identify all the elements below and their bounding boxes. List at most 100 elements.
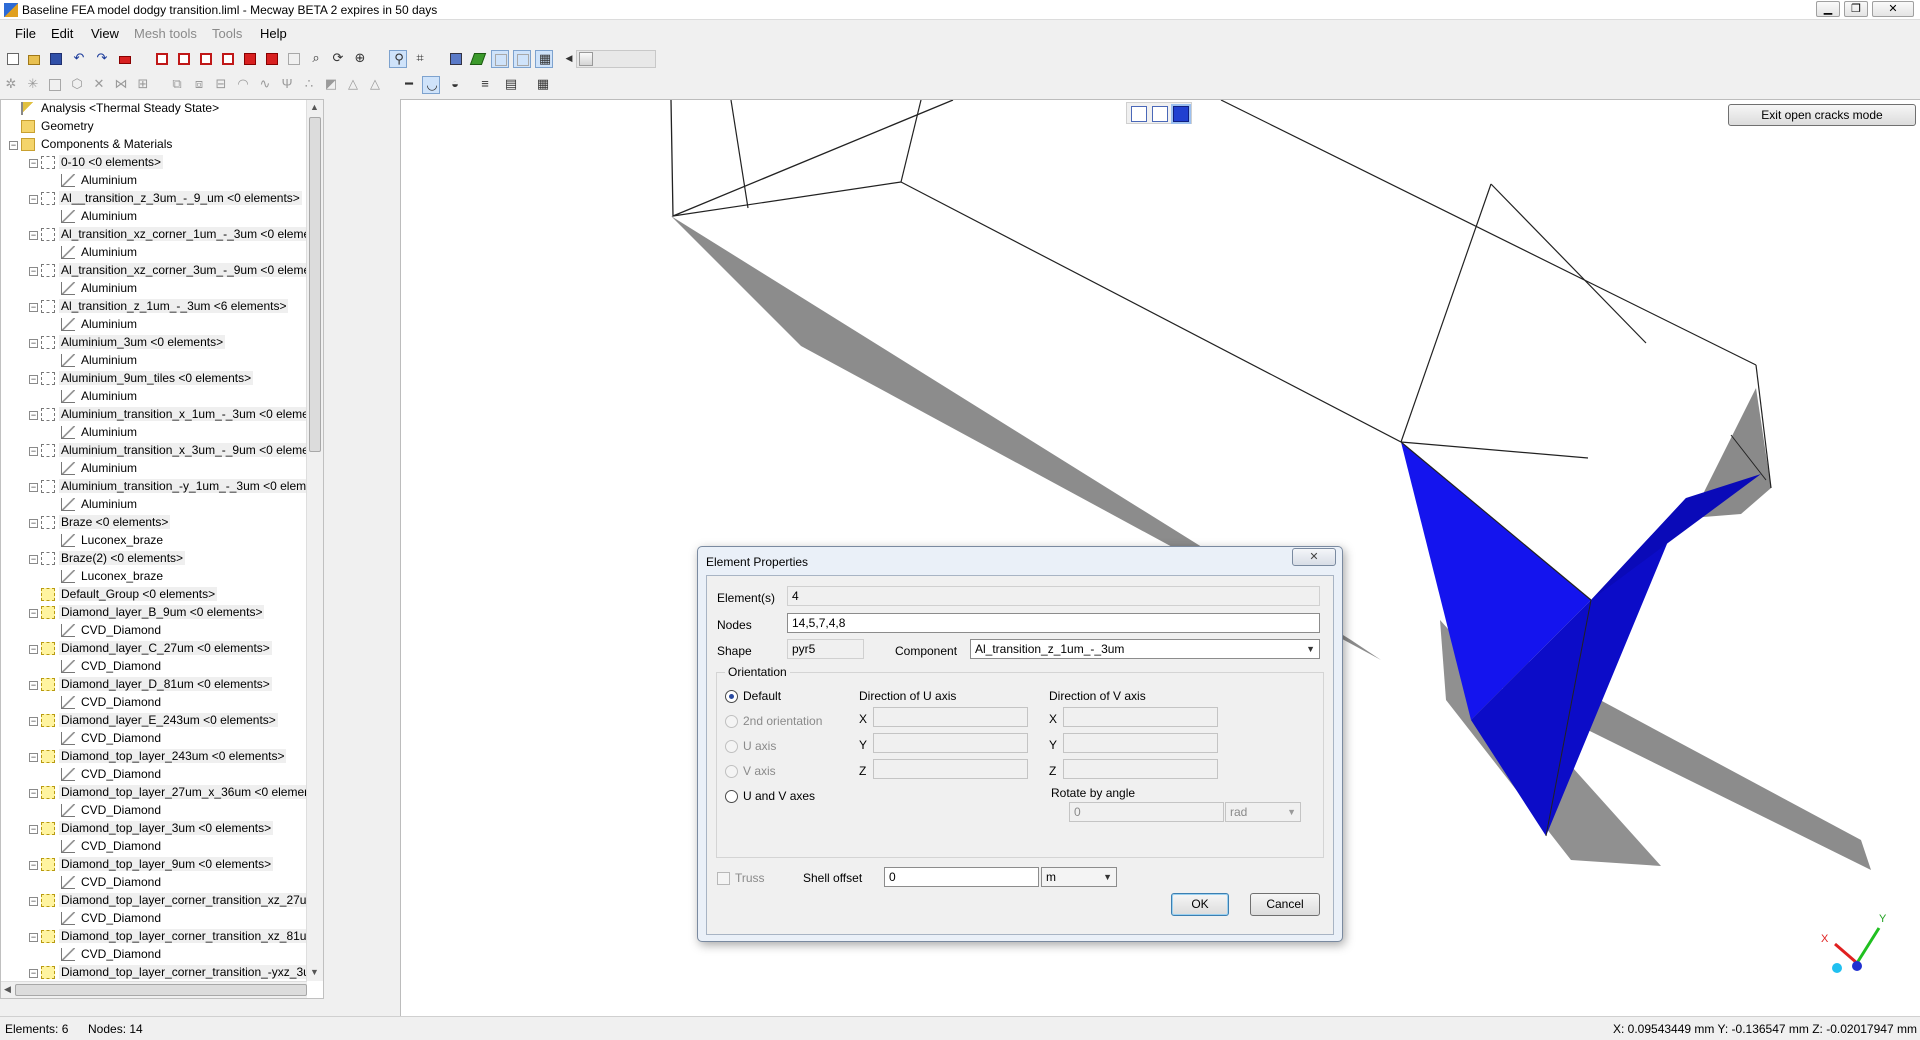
view-cube-1-icon[interactable]	[1131, 106, 1147, 122]
radio-2nd-orientation[interactable]	[725, 715, 738, 728]
tree-material-item[interactable]: CVD_Diamond	[1, 694, 323, 712]
mesh-edges-icon[interactable]: ▦	[535, 50, 553, 68]
tree-expander-icon[interactable]: −	[29, 447, 38, 456]
redo-icon[interactable]: ↷	[93, 50, 111, 68]
tree-item[interactable]: − Al_transition_z_1um_-_3um <6 elements>	[1, 298, 323, 316]
view-back-icon[interactable]	[175, 50, 193, 68]
tree-expander-icon[interactable]: −	[29, 789, 38, 798]
truss-checkbox[interactable]	[717, 872, 730, 885]
tree-item[interactable]: − Braze(2) <0 elements>	[1, 550, 323, 568]
tree-item[interactable]: − Components & Materials	[1, 136, 323, 154]
tree-material-item[interactable]: CVD_Diamond	[1, 730, 323, 748]
rotate-angle-field[interactable]: 0	[1069, 802, 1224, 822]
view-cube-3-icon[interactable]	[1173, 106, 1189, 122]
sweep-icon[interactable]: ∿	[256, 76, 274, 94]
menu-edit[interactable]: Edit	[51, 26, 73, 41]
refine-icon[interactable]: ◩	[322, 76, 340, 94]
minimize-button[interactable]: ▁	[1816, 1, 1840, 17]
tree-hscroll-thumb[interactable]	[15, 984, 307, 996]
view-right-icon[interactable]	[219, 50, 237, 68]
tree-material-item[interactable]: CVD_Diamond	[1, 658, 323, 676]
menu-help[interactable]: Help	[260, 26, 287, 41]
fork-icon[interactable]: Ψ	[278, 76, 296, 94]
triangle-icon[interactable]: △	[344, 76, 362, 94]
tree-item[interactable]: − Al_transition_xz_corner_1um_-_3um <0 el…	[1, 226, 323, 244]
tree-item[interactable]: − 0-10 <0 elements>	[1, 154, 323, 172]
pan-icon[interactable]: ⊕	[351, 50, 369, 68]
scatter-icon[interactable]: ∴	[300, 76, 318, 94]
grid-dropdown-icon[interactable]: ▤	[502, 76, 520, 94]
tree-item[interactable]: − Diamond_layer_E_243um <0 elements>	[1, 712, 323, 730]
grid-icon[interactable]: ⊟	[212, 76, 230, 94]
tree-material-item[interactable]: CVD_Diamond	[1, 874, 323, 892]
tree-item[interactable]: − Al_transition_xz_corner_3um_-_9um <0 el…	[1, 262, 323, 280]
view-cube-2-icon[interactable]	[1152, 106, 1168, 122]
tree-material-item[interactable]: Luconex_braze	[1, 532, 323, 550]
tree-item[interactable]: Analysis <Thermal Steady State>	[1, 100, 323, 118]
menu-mesh-tools[interactable]: Mesh tools	[134, 26, 197, 41]
tree-expander-icon[interactable]: −	[29, 159, 38, 168]
tree-item[interactable]: − Diamond_layer_C_27um <0 elements>	[1, 640, 323, 658]
tree-material-item[interactable]: CVD_Diamond	[1, 766, 323, 784]
tree-vertical-scrollbar[interactable]: ▲ ▼	[306, 100, 323, 981]
tree-item[interactable]: − Al__transition_z_3um_-_9_um <0 elements…	[1, 190, 323, 208]
tree-material-item[interactable]: Aluminium	[1, 280, 323, 298]
tree-material-item[interactable]: CVD_Diamond	[1, 910, 323, 928]
zoom-icon[interactable]: ⌕	[307, 50, 325, 68]
tree-item[interactable]: − Diamond_top_layer_corner_transition_xz_…	[1, 928, 323, 946]
tree-expander-icon[interactable]: −	[29, 267, 38, 276]
tree-expander-icon[interactable]: −	[29, 609, 38, 618]
explode-icon[interactable]: ✲	[2, 76, 20, 94]
tree-material-item[interactable]: Aluminium	[1, 424, 323, 442]
maximize-button[interactable]: ❐	[1844, 1, 1868, 17]
undo-icon[interactable]: ↶	[70, 50, 88, 68]
u-x-field[interactable]	[873, 707, 1028, 727]
tree-item[interactable]: − Aluminium_3um <0 elements>	[1, 334, 323, 352]
show-nodes-icon[interactable]	[447, 50, 465, 68]
open-icon[interactable]	[25, 50, 43, 68]
shell-offset-field[interactable]: 0	[884, 867, 1039, 887]
view-front-icon[interactable]	[153, 50, 171, 68]
v-y-field[interactable]	[1063, 733, 1218, 753]
tree-material-item[interactable]: Aluminium	[1, 352, 323, 370]
cancel-button[interactable]: Cancel	[1250, 893, 1320, 916]
radio-default[interactable]	[725, 690, 738, 703]
triangle2-icon[interactable]: △	[366, 76, 384, 94]
tree-expander-icon[interactable]: −	[29, 753, 38, 762]
tree-item[interactable]: −Geometry	[1, 118, 323, 136]
close-window-button[interactable]: ✕	[1872, 1, 1914, 17]
tree-item[interactable]: − Braze <0 elements>	[1, 514, 323, 532]
tree-material-item[interactable]: CVD_Diamond	[1, 622, 323, 640]
nodes-field[interactable]: 14,5,7,4,8	[787, 613, 1320, 633]
tree-expander-icon[interactable]: −	[29, 897, 38, 906]
tree-item[interactable]: − Diamond_top_layer_3um <0 elements>	[1, 820, 323, 838]
tree-expander-icon[interactable]: −	[29, 933, 38, 942]
tree-expander-icon[interactable]: −	[29, 375, 38, 384]
tree-expander-icon[interactable]: −	[29, 483, 38, 492]
tree-expander-icon[interactable]: −	[29, 339, 38, 348]
slider-knob[interactable]	[579, 52, 593, 66]
tree-expander-icon[interactable]: −	[29, 519, 38, 528]
tree-expander-icon[interactable]: −	[29, 195, 38, 204]
scroll-up-icon[interactable]: ▲	[310, 102, 319, 112]
view-left-icon[interactable]	[197, 50, 215, 68]
tree-expander-icon[interactable]: −	[29, 969, 38, 978]
surface-icon[interactable]	[469, 50, 487, 68]
open-cracks-icon[interactable]: ◡	[422, 76, 440, 94]
v-x-field[interactable]	[1063, 707, 1218, 727]
menu-view[interactable]: View	[91, 26, 119, 41]
scroll-left-icon[interactable]: ◀	[4, 984, 11, 995]
wireframe-icon[interactable]	[513, 50, 531, 68]
menu-file[interactable]: File	[15, 26, 36, 41]
table-icon[interactable]: ▦	[534, 76, 552, 94]
tree-expander-icon[interactable]: −	[9, 141, 18, 150]
component-select[interactable]: Al_transition_z_1um_-_3um ▼	[970, 639, 1320, 659]
extrude-icon[interactable]: ⊞	[134, 76, 152, 94]
view-bottom-icon[interactable]	[263, 50, 281, 68]
star-icon[interactable]: ✳	[24, 76, 42, 94]
tree-material-item[interactable]: CVD_Diamond	[1, 838, 323, 856]
shell-icon[interactable]: ◒	[446, 76, 464, 94]
split-icon[interactable]: ⋈	[112, 76, 130, 94]
scroll-down-icon[interactable]: ▼	[310, 967, 319, 977]
copy-icon[interactable]: ⧈	[190, 76, 208, 94]
